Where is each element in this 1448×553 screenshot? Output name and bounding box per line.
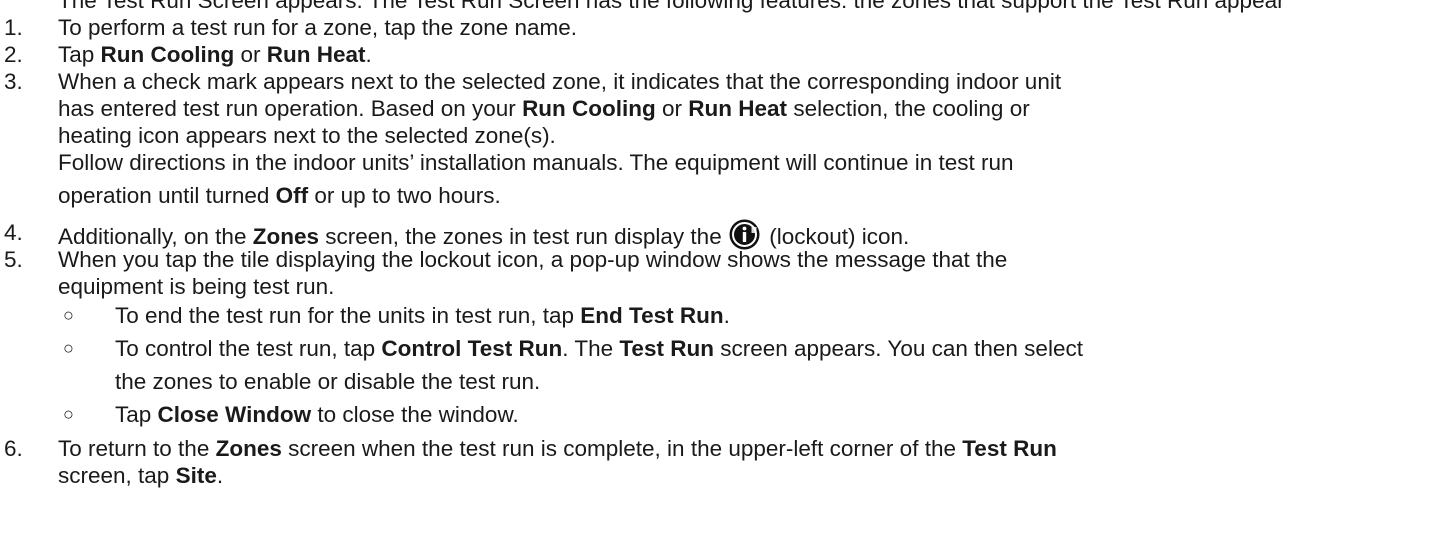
bold-term: Site bbox=[175, 463, 217, 488]
text-run: To end the test run for the units in tes… bbox=[115, 303, 581, 328]
step-text: To return to the Zones screen when the t… bbox=[58, 435, 1057, 462]
step-5-line-2: equipment is being test run. bbox=[0, 273, 1448, 300]
bold-term: End Test Run bbox=[580, 303, 724, 328]
text-run: . bbox=[365, 42, 372, 67]
step-number: 5. bbox=[4, 247, 23, 272]
clipped-text: The Test Run Screen appears. The Test Ru… bbox=[58, 0, 1285, 13]
step-number: 6. bbox=[4, 436, 23, 461]
sub-step-text: To control the test run, tap Control Tes… bbox=[115, 335, 1083, 362]
sub-step-text: To end the test run for the units in tes… bbox=[115, 302, 730, 329]
text-run: or bbox=[655, 96, 689, 121]
sub-step-control-test-run-line-2: the zones to enable or disable the test … bbox=[0, 368, 1448, 395]
sub-step-control-test-run: ○ To control the test run, tap Control T… bbox=[0, 335, 1448, 362]
bold-term: Run Heat bbox=[688, 96, 788, 121]
bold-term: Run Cooling bbox=[100, 42, 235, 67]
step-text: To perform a test run for a zone, tap th… bbox=[58, 15, 578, 40]
bold-term: Zones bbox=[215, 436, 282, 461]
bold-term: Run Cooling bbox=[522, 96, 656, 121]
text-run: . bbox=[723, 303, 730, 328]
step-1: 1. To perform a test run for a zone, tap… bbox=[0, 14, 1448, 41]
step-text: heating icon appears next to the selecte… bbox=[58, 123, 556, 148]
sub-step-end-test-run: ○ To end the test run for the units in t… bbox=[0, 302, 1448, 329]
step-6: 6. To return to the Zones screen when th… bbox=[0, 435, 1448, 462]
bold-term: Control Test Run bbox=[381, 336, 563, 361]
step-3-line-2: has entered test run operation. Based on… bbox=[0, 95, 1448, 122]
step-text: equipment is being test run. bbox=[58, 274, 335, 299]
bold-term: Test Run bbox=[619, 336, 714, 361]
step-text: When you tap the tile displaying the loc… bbox=[58, 247, 1008, 272]
step-4: 4. Additionally, on the Zones screen, th… bbox=[0, 219, 1448, 250]
sub-step-close-window: ○ Tap Close Window to close the window. bbox=[0, 401, 1448, 428]
sub-step-text: Tap Close Window to close the window. bbox=[115, 401, 519, 428]
bold-term: Test Run bbox=[962, 436, 1057, 461]
bullet: ○ bbox=[63, 305, 74, 325]
step-3: 3. When a check mark appears next to the… bbox=[0, 68, 1448, 95]
text-run: has entered test run operation. Based on… bbox=[58, 96, 523, 121]
step-2: 2. Tap Run Cooling or Run Heat. bbox=[0, 41, 1448, 68]
step-number: 4. bbox=[4, 220, 23, 245]
step-text: Follow directions in the indoor units’ i… bbox=[58, 150, 1014, 175]
instructions-document: The Test Run Screen appears. The Test Ru… bbox=[0, 0, 1448, 488]
text-run: . The bbox=[562, 336, 620, 361]
step-number: 1. bbox=[4, 15, 23, 40]
bullet: ○ bbox=[63, 338, 74, 358]
clipped-top-line: The Test Run Screen appears. The Test Ru… bbox=[0, 0, 1448, 14]
step-6-line-2: screen, tap Site. bbox=[0, 462, 1448, 489]
step-text: has entered test run operation. Based on… bbox=[58, 95, 1030, 122]
text-run: screen, tap bbox=[58, 463, 176, 488]
text-run: To return to the bbox=[58, 436, 216, 461]
bold-term: Off bbox=[275, 183, 309, 208]
text-run: or bbox=[234, 42, 267, 67]
bullet: ○ bbox=[63, 404, 74, 424]
step-5: 5. When you tap the tile displaying the … bbox=[0, 246, 1448, 273]
step-3-line-3: heating icon appears next to the selecte… bbox=[0, 122, 1448, 149]
step-number: 3. bbox=[4, 69, 23, 94]
text-run: to close the window. bbox=[311, 402, 519, 427]
step-3-line-5: operation until turned Off or up to two … bbox=[0, 182, 1448, 209]
text-run: or up to two hours. bbox=[308, 183, 501, 208]
step-number: 2. bbox=[4, 42, 23, 67]
text-run: Tap bbox=[58, 42, 101, 67]
bold-term: Run Heat bbox=[266, 42, 366, 67]
text-run: screen appears. You can then select bbox=[713, 336, 1083, 361]
text-run: selection, the cooling or bbox=[787, 96, 1030, 121]
sub-step-text: the zones to enable or disable the test … bbox=[115, 369, 541, 394]
step-text: operation until turned Off or up to two … bbox=[58, 182, 501, 209]
text-run: screen when the test run is complete, in… bbox=[281, 436, 963, 461]
text-run: To control the test run, tap bbox=[115, 336, 382, 361]
bold-term: Close Window bbox=[157, 402, 312, 427]
text-run: . bbox=[216, 463, 224, 488]
step-text: When a check mark appears next to the se… bbox=[58, 69, 1062, 94]
text-run: operation until turned bbox=[58, 183, 276, 208]
step-text: screen, tap Site. bbox=[58, 462, 223, 489]
text-run: Tap bbox=[115, 402, 158, 427]
step-3-line-4: Follow directions in the indoor units’ i… bbox=[0, 149, 1448, 176]
step-text: Tap Run Cooling or Run Heat. bbox=[58, 41, 372, 68]
